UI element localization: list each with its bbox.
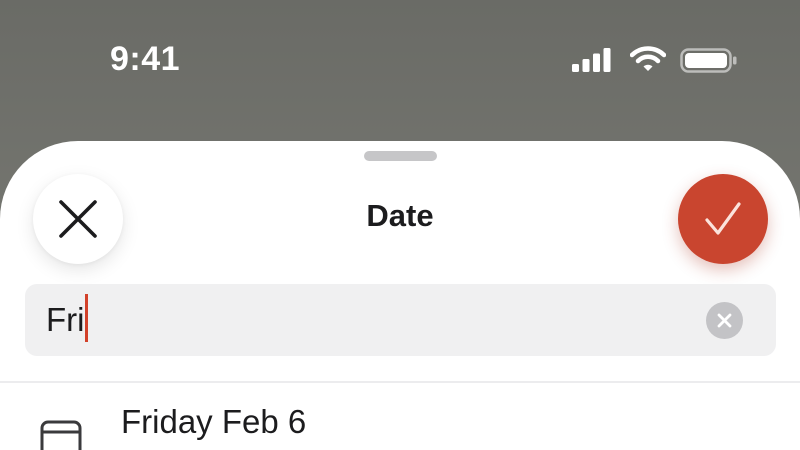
status-bar: 9:41 (0, 0, 800, 120)
search-value: Fri (46, 301, 85, 338)
text-cursor (85, 294, 89, 343)
search-input[interactable]: Fri (25, 284, 776, 356)
battery-icon (680, 48, 737, 73)
date-sheet: Date Fri Friday Feb 6 (0, 141, 800, 450)
clear-button[interactable] (706, 302, 743, 339)
confirm-button[interactable] (678, 174, 768, 264)
list-item[interactable]: Friday Feb 6 (0, 383, 800, 450)
status-time: 9:41 (110, 40, 181, 78)
list-item-label: Friday Feb 6 (121, 403, 307, 440)
search-input-text[interactable]: Fri (46, 294, 89, 343)
sheet-grabber[interactable] (364, 151, 437, 161)
wifi-icon (630, 46, 666, 71)
cellular-signal-icon (572, 48, 611, 72)
calendar-icon (40, 420, 82, 450)
checkmark-icon (705, 202, 741, 235)
status-icons (572, 44, 742, 76)
clear-icon (717, 313, 732, 328)
